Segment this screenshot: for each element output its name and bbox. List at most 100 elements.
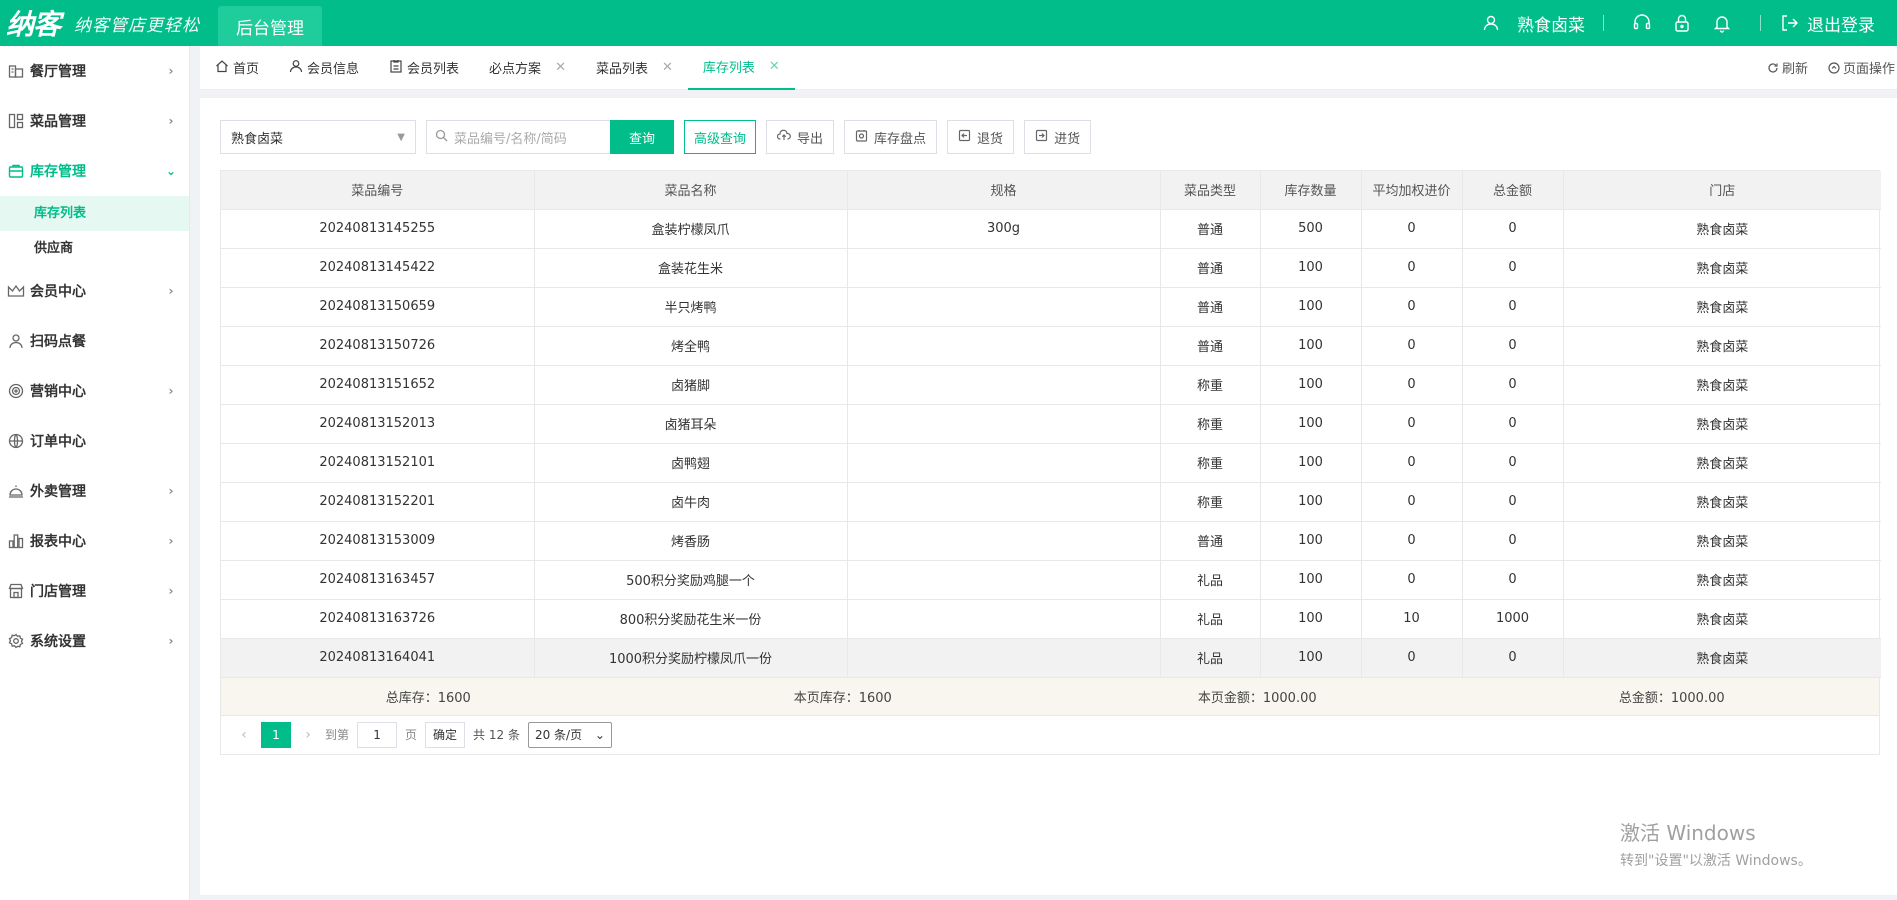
- sidebar-item-restaurant[interactable]: 餐厅管理 ›: [0, 46, 189, 96]
- column-header[interactable]: 库存数量: [1260, 171, 1362, 210]
- table-cell: 0: [1361, 638, 1463, 678]
- column-header[interactable]: 菜品编号: [221, 171, 535, 210]
- table-cell: 20240813150659: [221, 287, 535, 327]
- tab-dish-list[interactable]: 菜品列表 ✕: [581, 46, 688, 90]
- sidebar-item-inventory[interactable]: 库存管理 ⌄: [0, 146, 189, 196]
- search-input[interactable]: 菜品编号/名称/简码: [426, 120, 610, 154]
- export-button[interactable]: 导出: [766, 120, 835, 154]
- watermark-line2: 转到"设置"以激活 Windows。: [1620, 853, 1812, 869]
- sidebar-item-members[interactable]: 会员中心 ›: [0, 266, 189, 316]
- lock-icon[interactable]: [1672, 13, 1692, 33]
- logout-button[interactable]: 退出登录: [1779, 11, 1875, 36]
- table-cell: [847, 521, 1161, 561]
- bell-dish-icon: [6, 481, 26, 501]
- table-row[interactable]: 20240813152201 卤牛肉 称重 100 0 0 熟食卤菜: [221, 482, 1881, 522]
- close-icon[interactable]: ✕: [555, 60, 566, 75]
- table-cell: 盒装花生米: [534, 248, 848, 288]
- purchase-button[interactable]: 进货: [1024, 120, 1092, 154]
- stocktake-button[interactable]: 库存盘点: [844, 120, 938, 154]
- table-row[interactable]: 20240813152013 卤猪耳朵 称重 100 0 0 熟食卤菜: [221, 404, 1881, 444]
- bell-icon[interactable]: [1712, 13, 1732, 33]
- table-cell: 1000积分奖励柠檬凤爪一份: [534, 638, 848, 678]
- advanced-query-button[interactable]: 高级查询: [684, 120, 757, 154]
- table-cell: [847, 599, 1161, 639]
- table-row[interactable]: 20240813145422 盒装花生米 普通 100 0 0 熟食卤菜: [221, 248, 1881, 288]
- tab-inventory-list[interactable]: 库存列表 ✕: [687, 46, 795, 90]
- sidebar-item-reports[interactable]: 报表中心 ›: [0, 516, 189, 566]
- sidebar-item-label: 餐厅管理: [30, 64, 86, 80]
- column-header[interactable]: 规格: [847, 171, 1161, 210]
- sidebar-item-dishes[interactable]: 菜品管理 ›: [0, 96, 189, 146]
- table-row[interactable]: 20240813163726 800积分奖励花生米一份 礼品 100 10 1000 熟食卤…: [221, 599, 1881, 639]
- refresh-button[interactable]: 刷新: [1767, 58, 1808, 77]
- tab-home[interactable]: 首页: [200, 46, 274, 90]
- close-icon[interactable]: ✕: [662, 60, 673, 75]
- column-header[interactable]: 门店: [1563, 171, 1881, 210]
- table-row[interactable]: 20240813145255 盒装柠檬凤爪 300g 普通 500 0 0 熟食卤菜: [221, 209, 1881, 249]
- sidebar-subitem-supplier[interactable]: 供应商: [0, 231, 189, 266]
- table-row[interactable]: 20240813151652 卤猪脚 称重 100 0 0 熟食卤菜: [221, 365, 1881, 405]
- user-menu[interactable]: 熟食卤菜: [1471, 11, 1585, 36]
- target-icon: [6, 381, 26, 401]
- sidebar: 餐厅管理 › 菜品管理 › 库存管理 ⌄ 库存列表 供应商 会员中心 › 扫码点…: [0, 46, 190, 900]
- table-cell: 称重: [1160, 443, 1261, 483]
- table-cell: 0: [1361, 443, 1463, 483]
- sidebar-item-label: 库存管理: [30, 164, 86, 180]
- total-stock: 总库存：1600: [385, 690, 471, 706]
- tab-member-info[interactable]: 会员信息: [274, 46, 374, 90]
- table-cell: 普通: [1160, 209, 1261, 249]
- table-cell: 0: [1462, 404, 1564, 444]
- close-icon[interactable]: ✕: [769, 59, 780, 74]
- sidebar-item-scan-order[interactable]: 扫码点餐: [0, 316, 189, 366]
- top-bar: 纳客 纳客管店更轻松 后台管理 熟食卤菜 退出登录: [0, 0, 1897, 46]
- query-button[interactable]: 查询: [610, 120, 674, 154]
- sidebar-item-label: 营销中心: [30, 384, 86, 400]
- table-cell: 普通: [1160, 521, 1261, 561]
- goto-page-input[interactable]: 1: [357, 721, 398, 748]
- sidebar-item-stores[interactable]: 门店管理 ›: [0, 566, 189, 616]
- total-count: 共 12 条: [473, 728, 520, 742]
- column-header[interactable]: 菜品类型: [1160, 171, 1261, 210]
- return-button[interactable]: 退货: [947, 120, 1015, 154]
- admin-tab[interactable]: 后台管理: [218, 6, 323, 46]
- table-row[interactable]: 20240813150726 烤全鸭 普通 100 0 0 熟食卤菜: [221, 326, 1881, 366]
- table-row[interactable]: 20240813152101 卤鸭翅 称重 100 0 0 熟食卤菜: [221, 443, 1881, 483]
- goto-confirm-button[interactable]: 确定: [425, 721, 466, 748]
- sidebar-item-orders[interactable]: 订单中心: [0, 416, 189, 466]
- sidebar-item-marketing[interactable]: 营销中心 ›: [0, 366, 189, 416]
- page-number-current[interactable]: 1: [261, 721, 291, 748]
- page-ops-button[interactable]: 页面操作: [1828, 58, 1895, 77]
- table-cell: 100: [1260, 443, 1362, 483]
- tab-member-list[interactable]: 会员列表: [374, 46, 474, 90]
- store-select[interactable]: 熟食卤菜 ▼: [220, 120, 416, 154]
- column-header[interactable]: 总金额: [1462, 171, 1564, 210]
- table-row[interactable]: 20240813153009 烤香肠 普通 100 0 0 熟食卤菜: [221, 521, 1881, 561]
- table-cell: 0: [1361, 248, 1463, 288]
- sidebar-item-takeaway[interactable]: 外卖管理 ›: [0, 466, 189, 516]
- table-cell: 0: [1361, 482, 1463, 522]
- table-cell: 0: [1462, 326, 1564, 366]
- column-header[interactable]: 平均加权进价: [1361, 171, 1463, 210]
- search-icon: [435, 129, 448, 146]
- column-header[interactable]: 菜品名称: [534, 171, 848, 210]
- tab-label: 菜品列表: [595, 62, 648, 77]
- table-cell: 20240813152101: [221, 443, 535, 483]
- headset-icon[interactable]: [1632, 13, 1652, 33]
- sidebar-item-label: 门店管理: [30, 584, 86, 600]
- clipboard-icon: [389, 59, 403, 77]
- sidebar-item-settings[interactable]: 系统设置 ›: [0, 616, 189, 666]
- page-size-select[interactable]: 20 条/页 ⌄: [527, 721, 612, 748]
- table-cell: 20240813145255: [221, 209, 535, 249]
- table-cell: 盒装柠檬凤爪: [534, 209, 848, 249]
- table-cell: 20240813152201: [221, 482, 535, 522]
- table-cell: 0: [1361, 326, 1463, 366]
- next-page-icon[interactable]: ›: [299, 727, 317, 743]
- tab-must-order[interactable]: 必点方案 ✕: [474, 46, 581, 90]
- table-row[interactable]: 20240813163457 500积分奖励鸡腿一个 礼品 100 0 0 熟食卤菜: [221, 560, 1881, 600]
- table-cell: 100: [1260, 560, 1362, 600]
- chevron-right-icon: ›: [168, 584, 174, 598]
- prev-page-icon[interactable]: ‹: [235, 727, 253, 743]
- table-row[interactable]: 20240813164041 1000积分奖励柠檬凤爪一份 礼品 100 0 0 熟食卤菜: [221, 638, 1881, 678]
- table-row[interactable]: 20240813150659 半只烤鸭 普通 100 0 0 熟食卤菜: [221, 287, 1881, 327]
- sidebar-subitem-inventory-list[interactable]: 库存列表: [0, 196, 189, 231]
